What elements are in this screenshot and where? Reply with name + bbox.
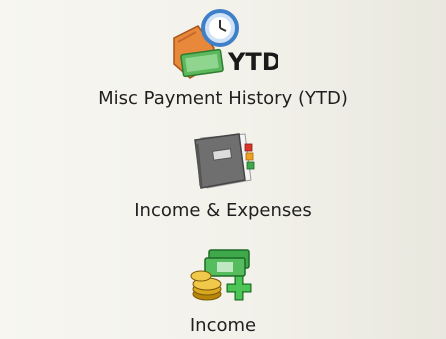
nav-item-misc-payment-history[interactable]: YTD Misc Payment History (YTD) [0, 8, 446, 110]
nav-item-label: Income & Expenses [134, 200, 312, 221]
ledger-book-icon [194, 133, 255, 189]
nav-item-label: Misc Payment History (YTD) [98, 88, 348, 109]
nav-item-income[interactable]: Income [0, 246, 446, 337]
nav-item-label: Income [189, 315, 257, 336]
svg-text:YTD: YTD [227, 48, 278, 76]
navigation-panel: YTD Misc Payment History (YTD) Income & … [0, 0, 446, 339]
payment-history-ytd-icon: YTD [173, 9, 278, 79]
nav-item-income-expenses[interactable]: Income & Expenses [0, 130, 446, 222]
money-add-icon [190, 249, 252, 301]
